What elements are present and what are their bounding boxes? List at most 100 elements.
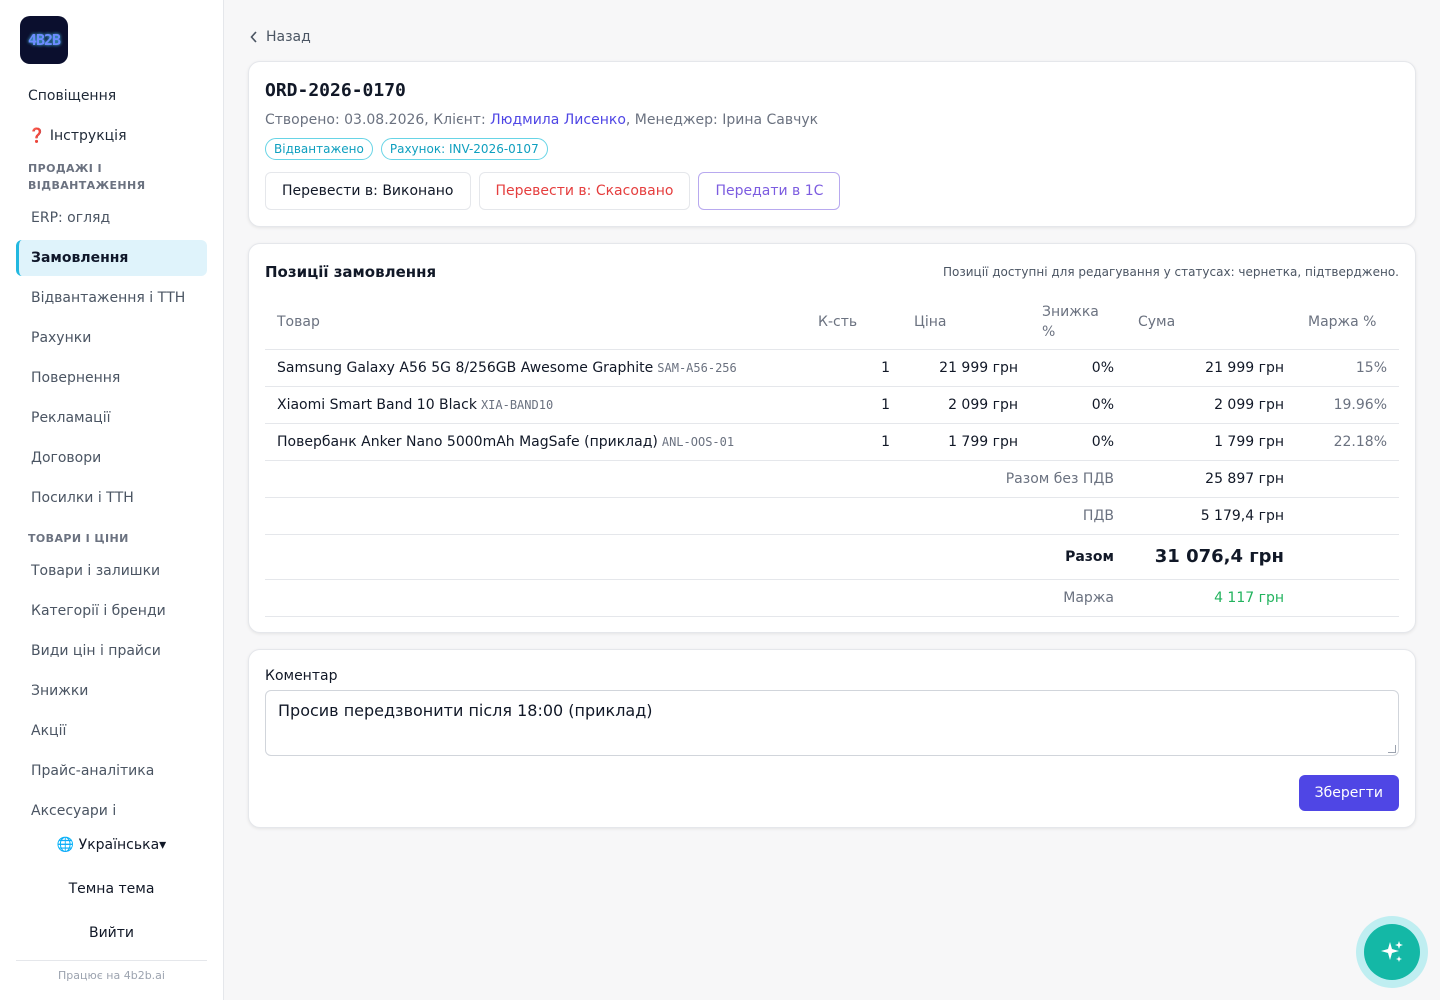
language-selector[interactable]: 🌐 Українська▾ xyxy=(16,837,207,853)
comment-label: Коментар xyxy=(265,668,338,684)
product-name: Повербанк Anker Nano 5000mAh MagSafe (пр… xyxy=(277,433,658,450)
vat-row: ПДВ 5 179,4 грн xyxy=(265,497,1399,535)
sidebar-item-returns[interactable]: Повернення xyxy=(16,360,207,396)
sidebar-item-erp-overview[interactable]: ERP: огляд xyxy=(16,200,207,236)
app-logo[interactable]: 4B2B xyxy=(20,16,68,64)
sidebar-section-sales: ПРОДАЖІ І ВІДВАНТАЖЕННЯ xyxy=(28,162,146,192)
product-sku: XIA-BAND10 xyxy=(480,397,554,412)
sidebar-item-orders[interactable]: Замовлення xyxy=(16,240,207,276)
col-margin: Маржа % xyxy=(1296,295,1399,350)
subtotal-row: Разом без ПДВ 25 897 грн xyxy=(265,460,1399,498)
subtotal-label: Разом без ПДВ xyxy=(265,460,1126,498)
table-row[interactable]: Повербанк Anker Nano 5000mAh MagSafe (пр… xyxy=(265,423,1399,461)
theme-toggle[interactable]: Темна тема xyxy=(16,881,207,897)
back-link[interactable]: Назад xyxy=(250,29,311,45)
sidebar-item-price-types[interactable]: Види цін і прайси xyxy=(16,633,207,669)
cancel-button[interactable]: Перевести в: Скасовано xyxy=(478,172,691,210)
status-badges: Відвантажено Рахунок: INV-2026-0107 xyxy=(265,138,548,160)
resize-handle-icon[interactable] xyxy=(1388,745,1396,753)
sidebar-item-instructions[interactable]: ❓ Інструкція xyxy=(28,128,127,144)
sidebar-section-goods: ТОВАРИ І ЦІНИ xyxy=(28,532,129,545)
comment-textarea[interactable]: Просив передзвонити після 18:00 (приклад… xyxy=(265,690,1399,756)
qty-cell: 1 xyxy=(806,349,902,387)
order-id: ORD-2026-0170 xyxy=(265,80,406,101)
table-row[interactable]: Xiaomi Smart Band 10 Black XIA-BAND10 1 2… xyxy=(265,386,1399,424)
order-created: Створено: 03.08.2026, Клієнт: xyxy=(265,112,491,128)
sidebar-item-promotions[interactable]: Акції xyxy=(16,713,207,749)
product-name: Samsung Galaxy A56 5G 8/256GB Awesome Gr… xyxy=(277,359,654,376)
product-cell: Samsung Galaxy A56 5G 8/256GB Awesome Gr… xyxy=(265,349,806,387)
sidebar-divider xyxy=(16,960,207,961)
sidebar-item-parcels[interactable]: Посилки і ТТН xyxy=(16,480,207,516)
discount-cell: 0% xyxy=(1030,349,1126,387)
discount-cell: 0% xyxy=(1030,423,1126,461)
margin-row: Маржа 4 117 грн xyxy=(265,579,1399,617)
qty-cell: 1 xyxy=(806,423,902,461)
sidebar-item-accessories[interactable]: Аксесуари і xyxy=(16,793,207,829)
sidebar-item-contracts[interactable]: Договори xyxy=(16,440,207,476)
product-cell: Повербанк Anker Nano 5000mAh MagSafe (пр… xyxy=(265,423,806,461)
qty-cell: 1 xyxy=(806,386,902,424)
sum-cell: 21 999 грн xyxy=(1126,349,1296,387)
order-items-card: Позиції замовлення Позиції доступні для … xyxy=(248,243,1416,633)
total-value: 31 076,4 грн xyxy=(1126,534,1296,580)
items-note: Позиції доступні для редагування у стату… xyxy=(943,265,1399,279)
sidebar-item-invoices[interactable]: Рахунки xyxy=(16,320,207,356)
ai-assistant-inner xyxy=(1364,924,1420,980)
sidebar-item-claims[interactable]: Рекламації xyxy=(16,400,207,436)
price-cell: 2 099 грн xyxy=(902,386,1030,424)
order-actions: Перевести в: Виконано Перевести в: Скасо… xyxy=(265,172,841,210)
margin-label: Маржа xyxy=(265,579,1126,617)
col-sum: Сума xyxy=(1126,295,1296,350)
invoice-badge[interactable]: Рахунок: INV-2026-0107 xyxy=(380,138,548,160)
ai-assistant-button[interactable] xyxy=(1356,916,1428,988)
powered-by: Працює на 4b2b.ai xyxy=(58,969,165,982)
sum-cell: 1 799 грн xyxy=(1126,423,1296,461)
col-price: Ціна xyxy=(902,295,1030,350)
col-discount: Знижка % xyxy=(1030,295,1126,350)
vat-value: 5 179,4 грн xyxy=(1126,497,1296,535)
subtotal-value: 25 897 грн xyxy=(1126,460,1296,498)
sparkles-icon xyxy=(1381,941,1403,962)
product-sku: ANL-OOS-01 xyxy=(661,434,735,449)
product-name: Xiaomi Smart Band 10 Black xyxy=(277,396,477,413)
margin-cell: 19.96% xyxy=(1296,386,1399,424)
sidebar-item-discounts[interactable]: Знижки xyxy=(16,673,207,709)
col-product: Товар xyxy=(265,295,806,350)
order-meta: Створено: 03.08.2026, Клієнт: Людмила Ли… xyxy=(265,112,818,128)
order-header-card: ORD-2026-0170 Створено: 03.08.2026, Кліє… xyxy=(248,61,1416,227)
price-cell: 21 999 грн xyxy=(902,349,1030,387)
items-table: Товар К-сть Ціна Знижка % Сума Маржа % S… xyxy=(265,295,1399,617)
discount-cell: 0% xyxy=(1030,386,1126,424)
table-header-row: Товар К-сть Ціна Знижка % Сума Маржа % xyxy=(265,295,1399,350)
chevron-left-icon xyxy=(250,31,257,43)
margin-cell: 22.18% xyxy=(1296,423,1399,461)
order-manager: , Менеджер: Ірина Савчук xyxy=(625,112,819,128)
comment-card: Коментар Просив передзвонити після 18:00… xyxy=(248,649,1416,828)
logout-button[interactable]: Вийти xyxy=(16,925,207,941)
margin-value: 4 117 грн xyxy=(1126,579,1296,617)
total-row: Разом 31 076,4 грн xyxy=(265,534,1399,580)
sidebar-item-notifications[interactable]: Сповіщення xyxy=(28,88,116,104)
sum-cell: 2 099 грн xyxy=(1126,386,1296,424)
product-sku: SAM-A56-256 xyxy=(657,360,737,375)
price-cell: 1 799 грн xyxy=(902,423,1030,461)
logo-text: 4B2B xyxy=(27,31,61,49)
comment-text: Просив передзвонити після 18:00 (приклад… xyxy=(278,701,653,720)
sidebar-item-shipments[interactable]: Відвантаження і ТТН xyxy=(16,280,207,316)
complete-button[interactable]: Перевести в: Виконано xyxy=(265,172,471,210)
items-title: Позиції замовлення xyxy=(265,263,437,281)
save-button[interactable]: Зберегти xyxy=(1298,775,1399,811)
vat-label: ПДВ xyxy=(265,497,1126,535)
back-label: Назад xyxy=(266,29,311,45)
sidebar-item-products[interactable]: Товари і залишки xyxy=(16,553,207,589)
send-to-1c-button[interactable]: Передати в 1С xyxy=(698,172,841,210)
total-label: Разом xyxy=(265,534,1126,580)
table-row[interactable]: Samsung Galaxy A56 5G 8/256GB Awesome Gr… xyxy=(265,349,1399,387)
margin-cell: 15% xyxy=(1296,349,1399,387)
col-qty: К-сть xyxy=(806,295,902,350)
sidebar-item-categories[interactable]: Категорії і бренди xyxy=(16,593,207,629)
client-link[interactable]: Людмила Лисенко xyxy=(490,112,626,128)
sidebar-item-price-analytics[interactable]: Прайс-аналітика xyxy=(16,753,207,789)
status-badge: Відвантажено xyxy=(265,138,373,160)
